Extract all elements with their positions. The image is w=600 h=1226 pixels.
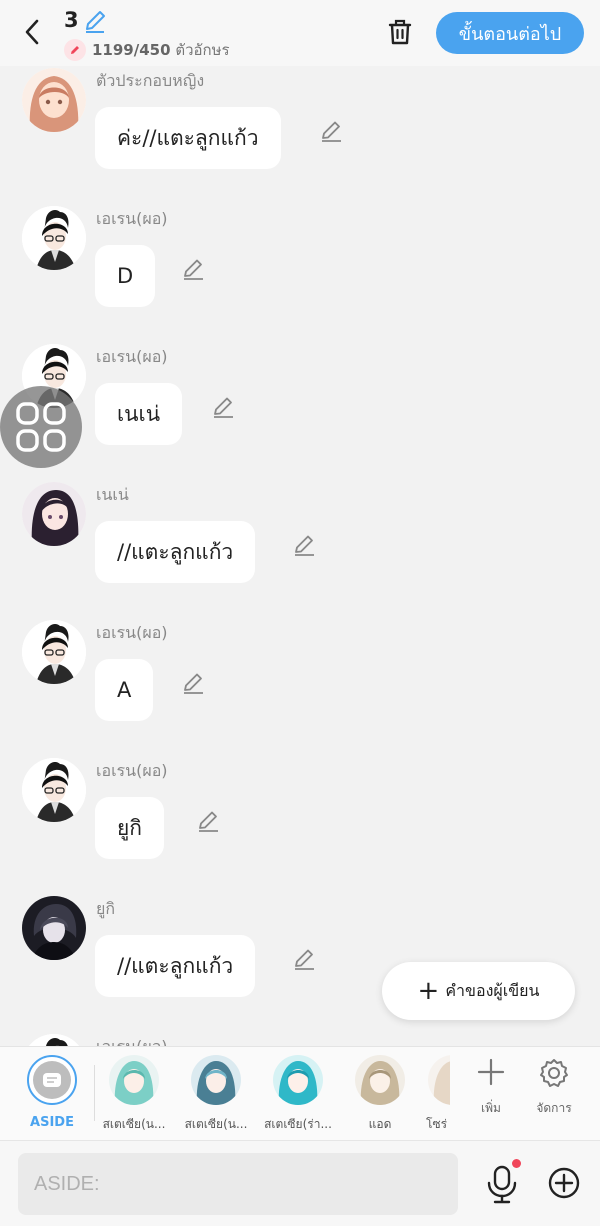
manage-label: จัดการ — [536, 1101, 572, 1115]
author-note-button[interactable]: + คำของผู้เขียน — [382, 962, 575, 1020]
edit-message-button[interactable] — [195, 808, 221, 834]
chat-list[interactable]: ตัวประกอบหญิง ค่ะ//แตะลูกแก้ว เอเรน(ผอ) … — [0, 66, 600, 1046]
speaker-name: ยูกิ — [96, 899, 116, 918]
microphone-icon — [487, 1165, 517, 1204]
message-bubble[interactable]: เนเน่ — [95, 383, 183, 445]
plus-icon — [477, 1058, 505, 1086]
character-aside[interactable]: ASIDE — [12, 1055, 92, 1130]
speaker-name: เอเรน(ผอ) — [96, 761, 168, 780]
plus-icon: + — [417, 976, 440, 1006]
pencil-icon — [86, 11, 105, 33]
edit-message-button[interactable] — [210, 394, 236, 420]
aside-avatar — [27, 1055, 77, 1105]
character-bar: ASIDE สเตเซีย(น... สเตเซีย(น... สเตเซีย(… — [0, 1046, 600, 1140]
chat-message: ตัวประกอบหญิง ค่ะ//แตะลูกแก้ว — [0, 66, 600, 204]
pencil-icon — [214, 397, 233, 418]
edit-title-button[interactable] — [82, 8, 108, 34]
avatar[interactable] — [22, 68, 86, 132]
avatar[interactable] — [22, 896, 86, 960]
message-bubble[interactable]: //แตะลูกแก้ว — [95, 935, 256, 997]
avatar[interactable] — [22, 1034, 86, 1046]
character-item[interactable]: แอด — [340, 1055, 420, 1134]
chat-message: เอเรน(ผอ) D — [0, 204, 600, 342]
manage-characters-button[interactable]: จัดการ — [524, 1057, 584, 1118]
trash-icon — [388, 19, 412, 45]
character-item[interactable]: โซร่ — [422, 1055, 450, 1134]
edit-message-button[interactable] — [291, 946, 317, 972]
character-label: สเตเซีย(ร่า... — [264, 1117, 332, 1131]
back-button[interactable] — [16, 14, 48, 50]
chat-message: เอเรน(ผอ) เนเน่ — [0, 342, 600, 480]
speaker-name: เอเรน(ผอ) — [96, 209, 168, 228]
edit-message-button[interactable] — [318, 118, 344, 144]
edit-message-button[interactable] — [180, 670, 206, 696]
notification-dot — [512, 1159, 521, 1168]
avatar — [191, 1055, 241, 1105]
pencil-icon — [295, 949, 314, 970]
avatar — [273, 1055, 323, 1105]
avatar — [428, 1055, 450, 1105]
char-unit: ตัวอักษร — [175, 41, 230, 59]
avatar[interactable] — [22, 758, 86, 822]
message-bubble[interactable]: A — [95, 659, 154, 721]
character-label: สเตเซีย(น... — [102, 1117, 166, 1131]
character-label: สเตเซีย(น... — [184, 1117, 248, 1131]
narration-icon — [43, 1073, 61, 1087]
speaker-name: เอเรน(ผอ) — [96, 347, 168, 366]
pencil-icon — [184, 673, 203, 694]
char-counter: 1199/450 ตัวอักษร — [64, 38, 230, 62]
character-item[interactable]: สเตเซีย(น... — [94, 1055, 174, 1134]
message-bubble[interactable]: ค่ะ//แตะลูกแก้ว — [95, 107, 281, 169]
chat-message: เอเรน(ผอ) A — [0, 618, 600, 756]
grid-icon — [16, 402, 66, 452]
composer — [0, 1140, 600, 1226]
floating-menu-button[interactable] — [0, 386, 82, 468]
character-item[interactable]: สเตเซีย(ร่า... — [258, 1055, 338, 1134]
message-input[interactable] — [18, 1153, 458, 1215]
speaker-name: เนเน่ — [96, 485, 129, 504]
attach-button[interactable] — [546, 1165, 582, 1201]
edit-message-button[interactable] — [291, 532, 317, 558]
avatar — [109, 1055, 159, 1105]
chat-message: เอเรน(ผอ) ยูกิ — [0, 756, 600, 894]
avatar[interactable] — [22, 620, 86, 684]
add-circle-icon — [548, 1167, 580, 1199]
character-label: โซร่ — [426, 1117, 448, 1131]
message-bubble[interactable]: D — [95, 245, 156, 307]
add-character-button[interactable]: เพิ่ม — [461, 1057, 521, 1118]
pencil-icon — [322, 121, 341, 142]
character-label: แอด — [368, 1117, 392, 1131]
message-bubble[interactable]: //แตะลูกแก้ว — [95, 521, 256, 583]
message-bubble[interactable]: ยูกิ — [95, 797, 165, 859]
chat-message: เอเรน(ผอ) — [0, 1032, 600, 1046]
speaker-name: เอเรน(ผอ) — [96, 1035, 168, 1046]
pencil-icon — [199, 811, 218, 832]
top-bar: 3 1199/450 ตัวอักษร ขั้นตอนต่อไป — [0, 0, 600, 66]
pencil-icon — [184, 259, 203, 280]
pencil-badge-icon — [64, 39, 86, 61]
character-item[interactable]: สเตเซีย(น... — [176, 1055, 256, 1134]
pencil-icon — [295, 535, 314, 556]
author-note-label: คำของผู้เขียน — [445, 980, 540, 1000]
voice-input-button[interactable] — [484, 1163, 520, 1205]
char-count: 1199/450 — [92, 41, 171, 59]
edit-message-button[interactable] — [180, 256, 206, 282]
avatar[interactable] — [22, 206, 86, 270]
add-label: เพิ่ม — [481, 1101, 501, 1115]
delete-button[interactable] — [384, 14, 416, 50]
chat-message: เนเน่ //แตะลูกแก้ว — [0, 480, 600, 618]
gear-icon — [540, 1059, 568, 1087]
speaker-name: เอเรน(ผอ) — [96, 623, 168, 642]
episode-number: 3 — [64, 8, 79, 32]
avatar — [355, 1055, 405, 1105]
character-label: ASIDE — [30, 1115, 74, 1130]
avatar[interactable] — [22, 482, 86, 546]
speaker-name: ตัวประกอบหญิง — [96, 71, 205, 90]
chevron-left-icon — [25, 19, 39, 45]
next-step-button[interactable]: ขั้นตอนต่อไป — [436, 12, 584, 54]
